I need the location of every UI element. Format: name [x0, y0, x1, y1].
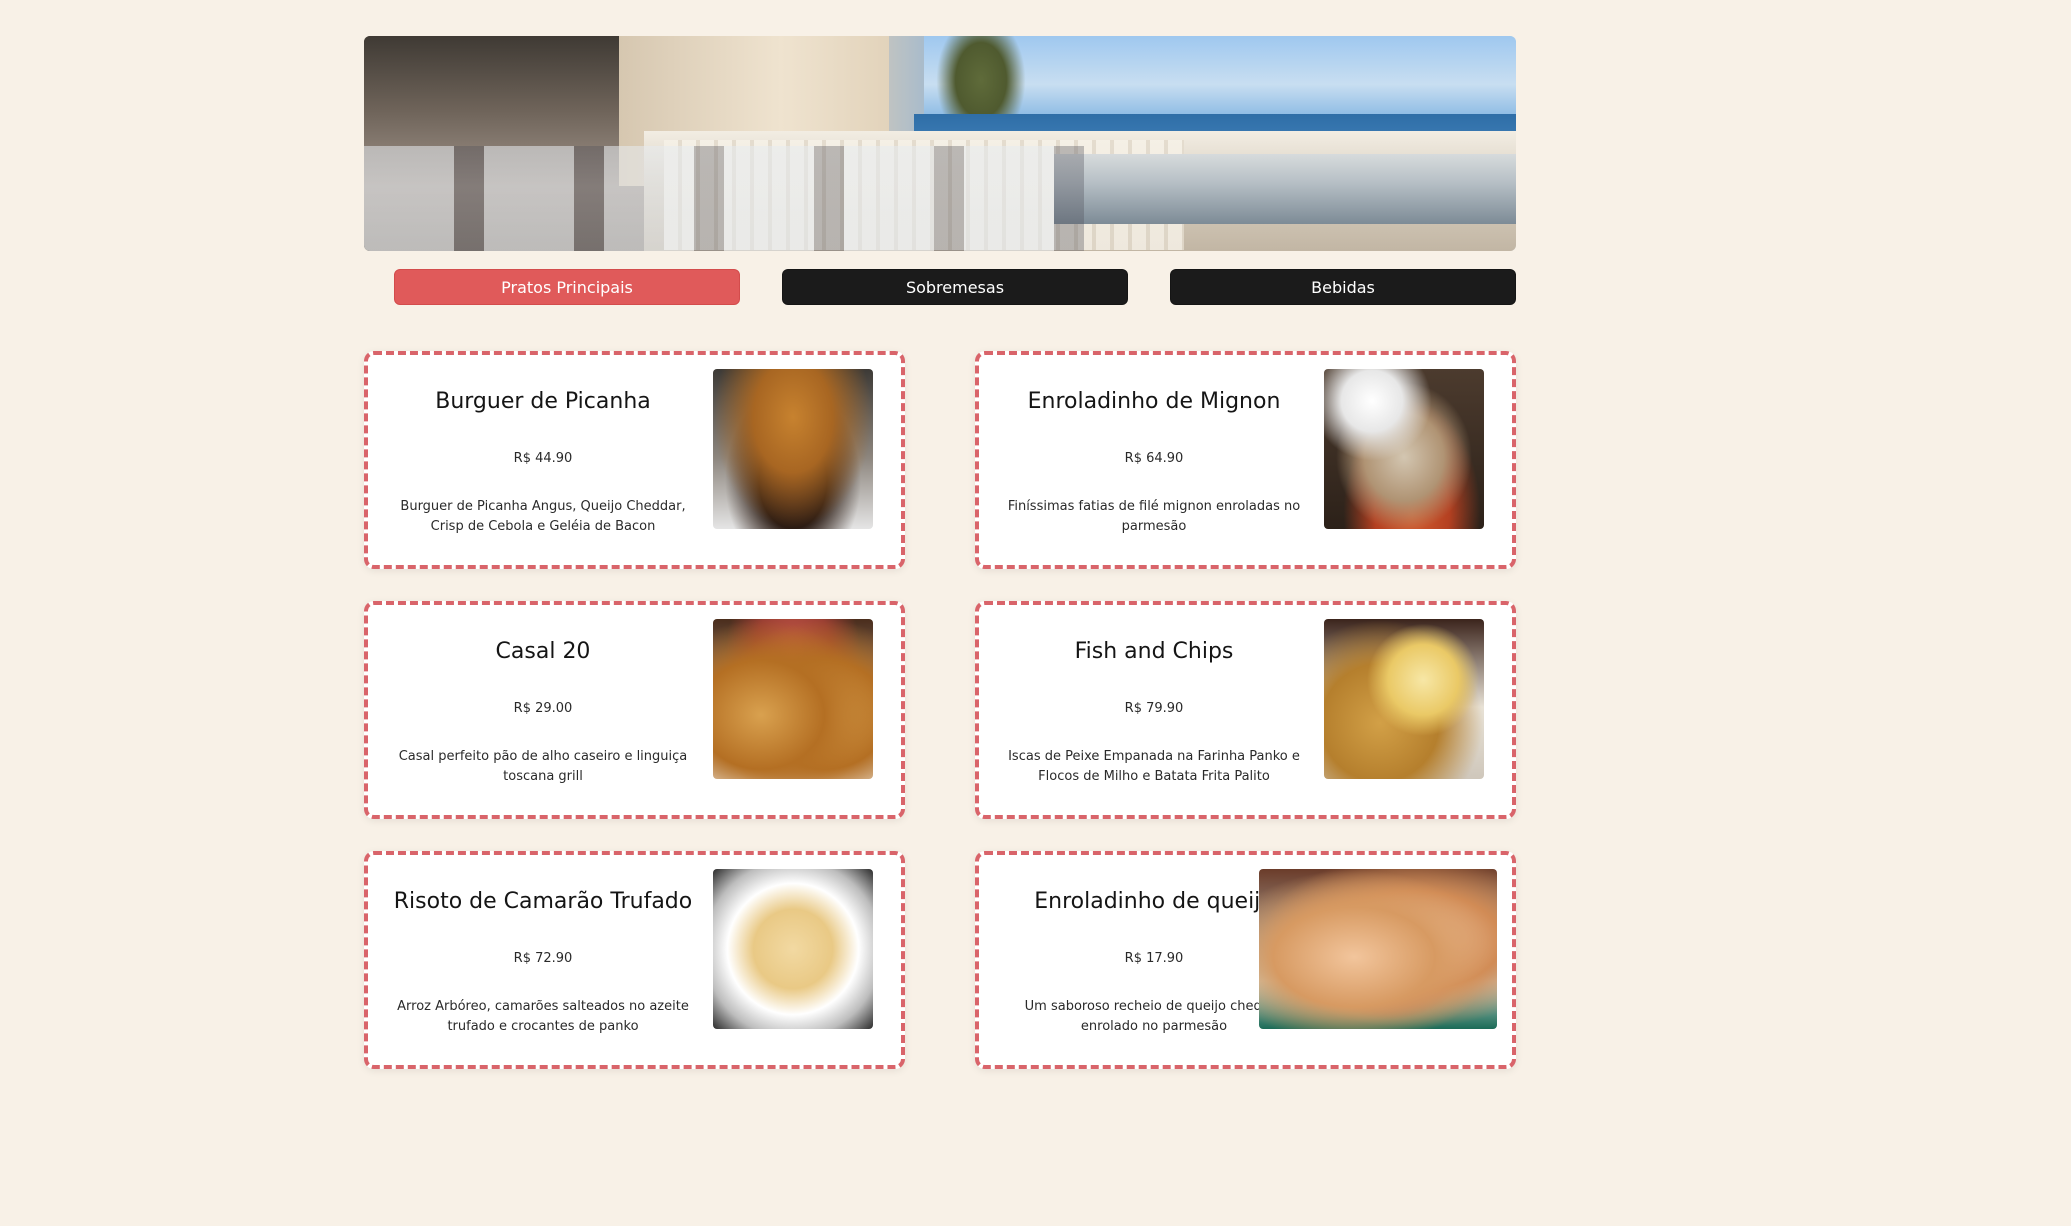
- tab-pratos-principais[interactable]: Pratos Principais: [394, 269, 740, 305]
- menu-item-description: Arroz Arbóreo, camarões salteados no aze…: [397, 999, 689, 1034]
- menu-item-description: Burguer de Picanha Angus, Queijo Cheddar…: [400, 499, 686, 534]
- enroladinho-queijo-photo: [1259, 869, 1497, 1029]
- fish-and-chips-photo: [1324, 619, 1484, 779]
- hero-marina: [1054, 154, 1516, 224]
- burger-photo: [713, 369, 873, 529]
- menu-item-price: R$ 79.90: [1124, 701, 1184, 716]
- menu-item-title: Burguer de Picanha: [435, 389, 651, 414]
- menu-item-description: Finíssimas fatias de filé mignon enrolad…: [1007, 499, 1301, 534]
- menu-item-card[interactable]: Casal 20 R$ 29.00 Casal perfeito pão de …: [364, 601, 905, 819]
- menu-item-title: Casal 20: [495, 639, 591, 664]
- category-tabs: Pratos Principais Sobremesas Bebidas: [364, 269, 1516, 305]
- tab-bebidas[interactable]: Bebidas: [1170, 269, 1516, 305]
- menu-item-title: Enroladinho de Mignon: [1027, 389, 1281, 414]
- menu-item-description: Casal perfeito pão de alho caseiro e lin…: [398, 749, 688, 784]
- menu-item-text: Casal 20 R$ 29.00 Casal perfeito pão de …: [388, 605, 698, 815]
- menu-item-text: Burguer de Picanha R$ 44.90 Burguer de P…: [388, 355, 698, 565]
- enroladinho-mignon-photo: [1324, 369, 1484, 529]
- menu-item-card[interactable]: Burguer de Picanha R$ 44.90 Burguer de P…: [364, 351, 905, 569]
- page-wrapper: Pratos Principais Sobremesas Bebidas Bur…: [364, 36, 1516, 1069]
- menu-grid: Burguer de Picanha R$ 44.90 Burguer de P…: [364, 351, 1516, 1069]
- menu-item-card[interactable]: Risoto de Camarão Trufado R$ 72.90 Arroz…: [364, 851, 905, 1069]
- menu-item-card[interactable]: Fish and Chips R$ 79.90 Iscas de Peixe E…: [975, 601, 1516, 819]
- menu-item-card[interactable]: Enroladinho de queijo R$ 17.90 Um saboro…: [975, 851, 1516, 1069]
- menu-item-price: R$ 72.90: [513, 951, 573, 966]
- menu-item-price: R$ 29.00: [513, 701, 573, 716]
- menu-item-price: R$ 44.90: [513, 451, 573, 466]
- menu-item-price: R$ 64.90: [1124, 451, 1184, 466]
- menu-item-title: Risoto de Camarão Trufado: [393, 889, 693, 914]
- menu-item-text: Enroladinho de Mignon R$ 64.90 Finíssima…: [999, 355, 1309, 565]
- risoto-photo: [713, 869, 873, 1029]
- menu-item-text: Fish and Chips R$ 79.90 Iscas de Peixe E…: [999, 605, 1309, 815]
- menu-item-title: Fish and Chips: [1074, 639, 1234, 664]
- menu-item-description: Iscas de Peixe Empanada na Farinha Panko…: [1008, 749, 1300, 784]
- restaurant-hero-image: [364, 36, 1516, 251]
- menu-item-card[interactable]: Enroladinho de Mignon R$ 64.90 Finíssima…: [975, 351, 1516, 569]
- hero-tables: [364, 146, 1084, 251]
- menu-item-text: Risoto de Camarão Trufado R$ 72.90 Arroz…: [388, 855, 698, 1065]
- casal-20-photo: [713, 619, 873, 779]
- tab-sobremesas[interactable]: Sobremesas: [782, 269, 1128, 305]
